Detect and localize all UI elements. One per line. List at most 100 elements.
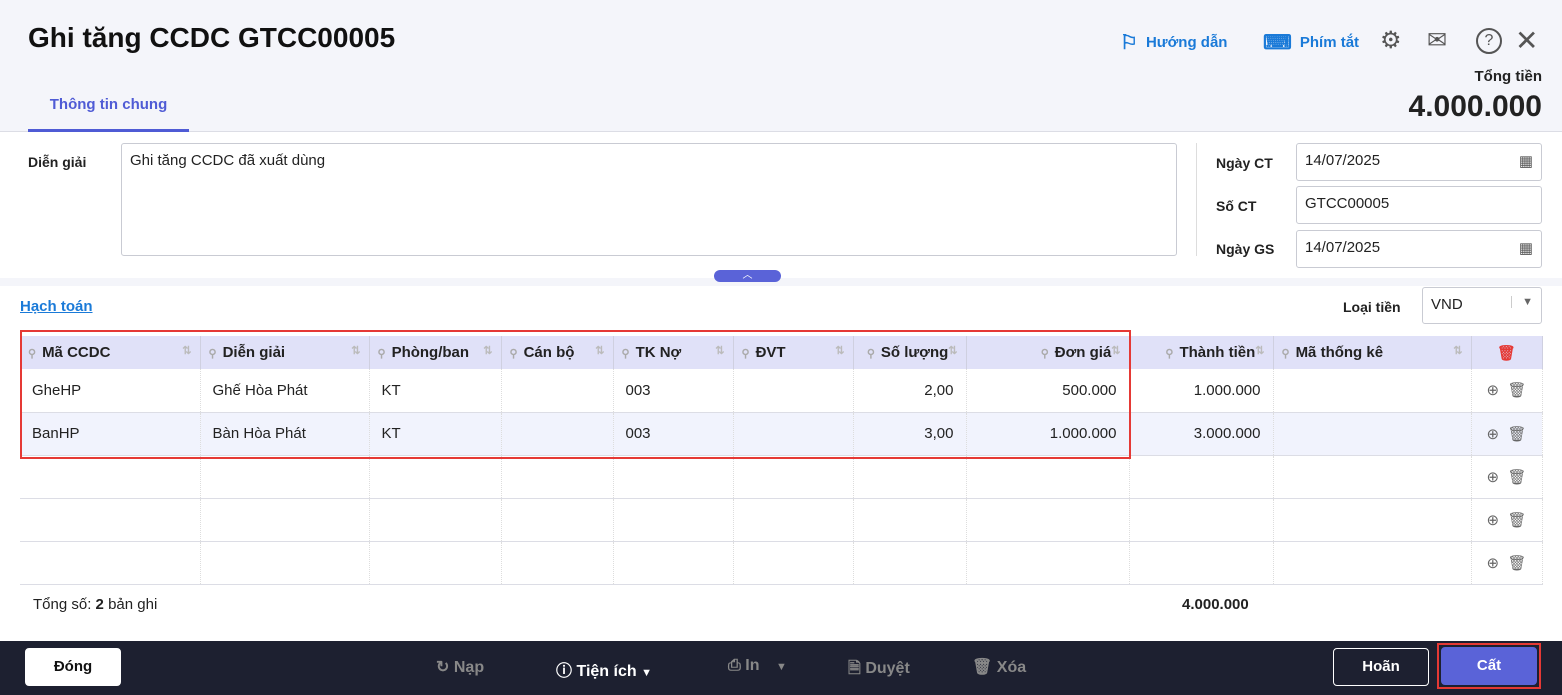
table-cell[interactable] xyxy=(733,541,854,585)
column-header[interactable]: ⚲ Thành tiền ⇅ xyxy=(1129,336,1274,369)
currency-select[interactable]: VND ▼ xyxy=(1422,287,1542,324)
add-row-icon[interactable]: ⊕ xyxy=(1487,469,1500,486)
save-button[interactable]: Cất xyxy=(1441,647,1537,685)
table-cell[interactable] xyxy=(733,498,854,542)
caret-down-icon: ▼ xyxy=(775,661,787,673)
table-cell[interactable] xyxy=(20,455,201,499)
utilities-button[interactable]: ⓘ Tiện ích ▼ xyxy=(556,657,652,681)
shortcuts-link[interactable]: ⌨ Phím tắt xyxy=(1263,30,1359,55)
add-row-icon[interactable]: ⊕ xyxy=(1487,512,1500,529)
delete-all-icon[interactable]: 🗑 xyxy=(1497,345,1516,362)
close-button[interactable]: Đóng xyxy=(25,648,121,686)
total-value: 4.000.000 xyxy=(1408,90,1542,123)
column-header[interactable]: ⚲ Mã thống kê ⇅ xyxy=(1273,336,1472,369)
table-cell[interactable] xyxy=(1273,498,1472,542)
table-cell[interactable] xyxy=(1273,369,1472,413)
calendar-icon[interactable]: ▦ xyxy=(1519,152,1533,170)
table-cell[interactable] xyxy=(369,455,502,499)
close-icon[interactable]: ✕ xyxy=(1515,24,1538,57)
table-row[interactable]: ⊕ 🗑 xyxy=(20,455,1543,499)
caret-down-icon: ▼ xyxy=(641,667,652,679)
pin-icon[interactable]: ⚲ xyxy=(1282,348,1290,360)
table-cell[interactable] xyxy=(200,498,370,542)
table-cell[interactable] xyxy=(1129,498,1274,542)
separator xyxy=(0,278,1562,286)
table-cell[interactable] xyxy=(853,541,967,585)
add-row-icon[interactable]: ⊕ xyxy=(1487,382,1500,399)
pin-icon[interactable]: ⚲ xyxy=(1165,348,1173,360)
table-cell[interactable] xyxy=(613,455,734,499)
table-cell[interactable] xyxy=(369,498,502,542)
table-cell[interactable] xyxy=(200,541,370,585)
keyboard-icon: ⌨ xyxy=(1263,32,1292,54)
help-icon[interactable]: ? xyxy=(1476,28,1502,54)
reload-icon: ↻ xyxy=(436,659,450,676)
trash-icon[interactable]: 🗑 xyxy=(1507,555,1526,572)
table-cell[interactable] xyxy=(1273,541,1472,585)
page-title: Ghi tăng CCDC GTCC00005 xyxy=(28,22,396,53)
gear-icon[interactable]: ⚙ xyxy=(1380,26,1402,55)
guide-link[interactable]: ⚐ Hướng dẫn xyxy=(1120,30,1227,55)
table-cell[interactable] xyxy=(853,498,967,542)
row-actions: ⊕ 🗑 xyxy=(1471,541,1543,585)
delete-all-header[interactable]: 🗑 xyxy=(1471,336,1543,369)
table-cell[interactable] xyxy=(1129,455,1274,499)
tab-general-info[interactable]: Thông tin chung xyxy=(28,96,189,132)
cancel-button[interactable]: Hoãn xyxy=(1333,648,1429,686)
table-cell[interactable] xyxy=(501,498,614,542)
trash-icon[interactable]: 🗑 xyxy=(1507,426,1526,443)
trash-icon[interactable]: 🗑 xyxy=(1507,382,1526,399)
trash-icon[interactable]: 🗑 xyxy=(1507,469,1526,486)
footer-total: 4.000.000 xyxy=(1182,596,1249,613)
table-cell[interactable]: 3.000.000 xyxy=(1129,412,1274,456)
sort-icon[interactable]: ⇅ xyxy=(1453,344,1462,357)
send-mail-icon[interactable]: ✉ xyxy=(1427,26,1447,55)
table-cell[interactable] xyxy=(733,455,854,499)
printer-icon: ⎙ xyxy=(728,657,741,674)
collapse-button[interactable]: ︿ xyxy=(714,270,781,282)
currency-label: Loại tiền xyxy=(1343,299,1401,315)
chevron-down-icon: ▼ xyxy=(1511,296,1533,308)
row-actions: ⊕ 🗑 xyxy=(1471,369,1543,413)
accounting-link[interactable]: Hạch toán xyxy=(20,298,93,315)
delete-button[interactable]: 🗑 Xóa xyxy=(972,657,1026,677)
calendar-icon[interactable]: ▦ xyxy=(1519,239,1533,257)
trash-icon[interactable]: 🗑 xyxy=(1507,512,1526,529)
row-actions: ⊕ 🗑 xyxy=(1471,412,1543,456)
table-cell[interactable] xyxy=(20,498,201,542)
table-cell[interactable] xyxy=(501,541,614,585)
date-ct-input[interactable]: 14/07/2025 ▦ xyxy=(1296,143,1542,181)
reload-button[interactable]: ↻ Nạp xyxy=(436,657,484,677)
add-row-icon[interactable]: ⊕ xyxy=(1487,555,1500,572)
table-cell[interactable]: 1.000.000 xyxy=(1129,369,1274,413)
record-count: Tổng số: 2 bản ghi xyxy=(33,596,158,613)
approve-button[interactable]: 🗎 Duyệt xyxy=(848,657,910,684)
table-cell[interactable] xyxy=(966,455,1130,499)
table-cell[interactable] xyxy=(613,541,734,585)
table-row[interactable]: ⊕ 🗑 xyxy=(20,541,1543,585)
sort-icon[interactable]: ⇅ xyxy=(1255,344,1264,357)
add-row-icon[interactable]: ⊕ xyxy=(1487,426,1500,443)
so-ct-label: Số CT xyxy=(1216,198,1257,214)
table-cell[interactable] xyxy=(20,541,201,585)
so-ct-input[interactable]: GTCC00005 xyxy=(1296,186,1542,224)
table-cell[interactable] xyxy=(501,455,614,499)
table-cell[interactable] xyxy=(200,455,370,499)
table-cell[interactable] xyxy=(1129,541,1274,585)
table-row[interactable]: ⊕ 🗑 xyxy=(20,498,1543,542)
row-actions: ⊕ 🗑 xyxy=(1471,455,1543,499)
date-gs-label: Ngày GS xyxy=(1216,241,1275,257)
date-gs-input[interactable]: 14/07/2025 ▦ xyxy=(1296,230,1542,268)
table-cell[interactable] xyxy=(1273,412,1472,456)
table-cell[interactable] xyxy=(369,541,502,585)
table-cell[interactable] xyxy=(966,498,1130,542)
chevron-up-icon: ︿ xyxy=(742,270,753,281)
description-input[interactable]: Ghi tăng CCDC đã xuất dùng xyxy=(121,143,1177,256)
table-cell[interactable] xyxy=(853,455,967,499)
table-cell[interactable] xyxy=(613,498,734,542)
table-cell[interactable] xyxy=(1273,455,1472,499)
more-icon: ⓘ xyxy=(556,663,573,680)
print-button[interactable]: ⎙ In ▼ xyxy=(728,657,787,675)
description-label: Diễn giải xyxy=(28,154,87,170)
table-cell[interactable] xyxy=(966,541,1130,585)
